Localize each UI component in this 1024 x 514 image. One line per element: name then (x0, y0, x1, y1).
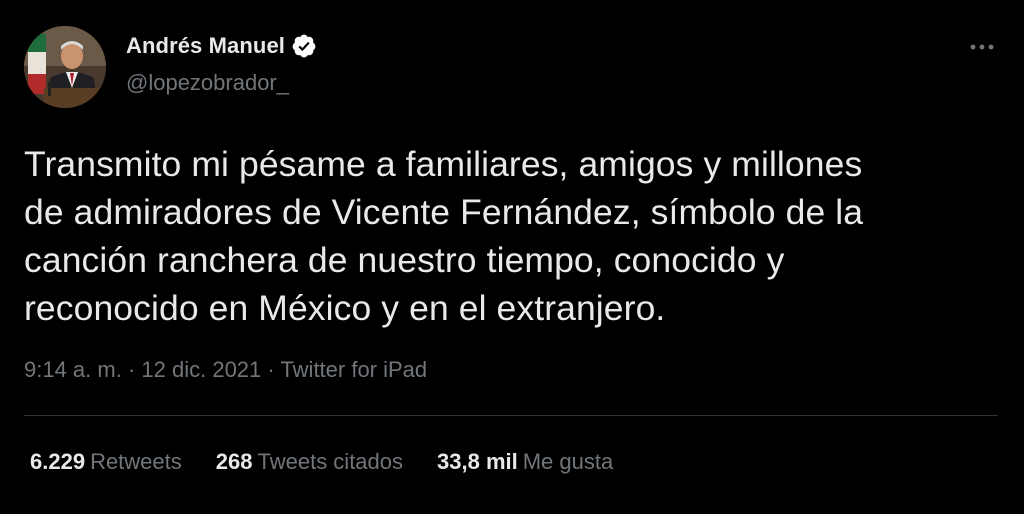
retweets-label: Retweets (90, 449, 182, 474)
retweets-count: 6.229 (30, 449, 86, 474)
tweet-source[interactable]: Twitter for iPad (280, 357, 427, 382)
tweet-card: Andrés Manuel @lopezobrador_ Transmito m… (0, 0, 1024, 514)
tweet-text: Transmito mi pésame a familiares, amigos… (24, 144, 864, 328)
verified-badge-icon (291, 33, 317, 59)
tweet-date[interactable]: 12 dic. 2021 (141, 357, 261, 382)
quote-tweets-stat[interactable]: 268 Tweets citados (216, 449, 403, 475)
author-name-text[interactable]: Andrés Manuel (126, 33, 285, 59)
meta-separator: · (121, 357, 142, 382)
retweets-stat[interactable]: 6.229 Retweets (30, 449, 182, 475)
more-options-icon (970, 44, 994, 50)
avatar[interactable] (24, 26, 106, 108)
tweet-metadata: 9:14 a. m. · 12 dic. 2021 · Twitter for … (24, 357, 427, 383)
likes-label: Me gusta (522, 449, 614, 474)
more-options-button[interactable] (962, 34, 1002, 60)
likes-stat[interactable]: 33,8 mil Me gusta (437, 449, 613, 475)
avatar-photo (24, 26, 106, 108)
author-display-name[interactable]: Andrés Manuel (126, 33, 317, 59)
meta-separator: · (261, 357, 281, 382)
tweet-time[interactable]: 9:14 a. m. (24, 357, 122, 382)
quote-tweets-label: Tweets citados (257, 449, 404, 474)
engagement-stats: 6.229 Retweets 268 Tweets citados 33,8 mil… (30, 449, 647, 475)
quote-tweets-count: 268 (215, 449, 253, 474)
divider (24, 415, 998, 416)
author-handle[interactable]: @lopezobrador_ (126, 70, 289, 96)
likes-count: 33,8 mil (437, 449, 518, 474)
